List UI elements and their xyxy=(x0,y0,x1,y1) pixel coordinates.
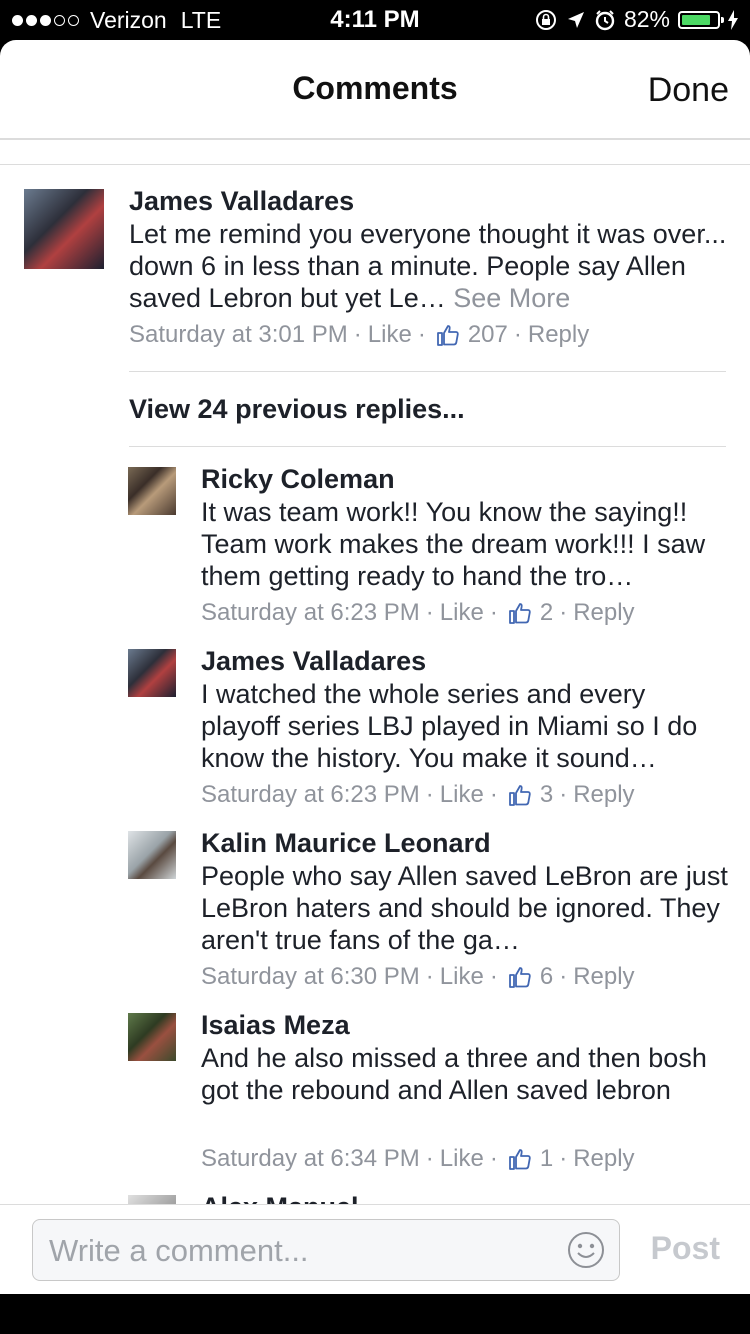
avatar[interactable] xyxy=(128,1013,176,1061)
like-link[interactable]: Like xyxy=(440,1145,484,1173)
comment-time: Saturday at 3:01 PM xyxy=(129,321,348,348)
meta-separator: · xyxy=(559,963,568,990)
reply-link[interactable]: Reply xyxy=(573,781,634,809)
meta-separator: · xyxy=(513,321,522,348)
meta-separator: · xyxy=(559,781,568,808)
meta-separator: · xyxy=(489,963,498,990)
meta-separator: · xyxy=(417,321,426,348)
like-count: 2 xyxy=(539,599,554,626)
status-bar: Verizon LTE 4:11 PM 82% xyxy=(0,0,750,40)
reply-text: It was team work!! You know the saying!!… xyxy=(201,497,706,591)
see-more-link[interactable]: See More xyxy=(453,283,570,313)
comment-input[interactable] xyxy=(47,1228,551,1274)
reply-author[interactable]: Ricky Coleman xyxy=(201,464,395,495)
meta-separator: · xyxy=(425,781,434,808)
reply-author[interactable]: Isaias Meza xyxy=(201,1010,350,1041)
reply-time: Saturday at 6:34 PM xyxy=(201,1145,420,1172)
meta-separator: · xyxy=(489,781,498,808)
bottom-bar xyxy=(0,1294,750,1334)
avatar[interactable] xyxy=(24,189,104,269)
like-link[interactable]: Like xyxy=(368,321,412,349)
status-right: 82% xyxy=(534,6,738,33)
battery-icon xyxy=(678,10,724,29)
meta-separator: · xyxy=(425,963,434,990)
reply-text: I watched the whole series and every pla… xyxy=(201,679,698,773)
thumbs-up-icon xyxy=(436,325,459,346)
like-count: 3 xyxy=(539,781,554,808)
comment-text-content: Let me remind you everyone thought it wa… xyxy=(129,219,727,313)
like-link[interactable]: Like xyxy=(440,781,484,809)
meta-separator: · xyxy=(425,599,434,626)
reply-text: People who say Allen saved LeBron are ju… xyxy=(201,861,728,955)
thumbs-up-icon xyxy=(508,967,531,988)
comments-sheet: Comments Done James Valladares Let me re… xyxy=(0,40,750,1294)
battery-tip xyxy=(721,16,724,23)
avatar[interactable] xyxy=(128,831,176,879)
view-previous-replies-link[interactable]: View 24 previous replies... xyxy=(129,394,465,425)
battery-percent: 82% xyxy=(623,6,670,32)
meta-separator: · xyxy=(559,599,568,626)
reply-link[interactable]: Reply xyxy=(528,321,589,349)
reply-author[interactable]: Kalin Maurice Leonard xyxy=(201,828,491,859)
reply-link[interactable]: Reply xyxy=(573,963,634,991)
thumbs-up-icon xyxy=(508,785,531,806)
comment-meta: Saturday at 3:01 PM · Like · 207 · Reply xyxy=(129,321,589,349)
thumbs-up-icon xyxy=(508,1149,531,1170)
location-arrow-icon xyxy=(567,11,584,28)
divider xyxy=(129,371,726,372)
reply-link[interactable]: Reply xyxy=(573,599,634,627)
reply-time: Saturday at 6:23 PM xyxy=(201,599,420,626)
like-link[interactable]: Like xyxy=(440,963,484,991)
meta-separator: · xyxy=(353,321,362,348)
meta-separator: · xyxy=(425,1145,434,1172)
like-link[interactable]: Like xyxy=(440,599,484,627)
reply-author[interactable]: Alex Manuel xyxy=(201,1192,359,1204)
like-count: 207 xyxy=(467,321,508,348)
avatar[interactable] xyxy=(128,649,176,697)
comment-text: Let me remind you everyone thought it wa… xyxy=(129,218,729,314)
comment-author[interactable]: James Valladares xyxy=(129,186,354,217)
meta-separator: · xyxy=(489,599,498,626)
alarm-clock-icon xyxy=(595,9,615,30)
reply-text: And he also missed a three and then bosh… xyxy=(201,1043,707,1105)
reply-meta: Saturday at 6:30 PM · Like · 6 · Reply xyxy=(201,963,635,991)
avatar[interactable] xyxy=(128,467,176,515)
comments-list[interactable]: James Valladares Let me remind you every… xyxy=(0,40,750,1204)
rotation-lock-icon xyxy=(535,9,556,30)
post-button[interactable]: Post xyxy=(651,1230,720,1267)
meta-separator: · xyxy=(489,1145,498,1172)
meta-separator: · xyxy=(559,1145,568,1172)
charging-bolt-icon xyxy=(728,9,738,30)
reply-time: Saturday at 6:30 PM xyxy=(201,963,420,990)
comment: James Valladares Let me remind you every… xyxy=(0,40,750,370)
reply-meta: Saturday at 6:34 PM · Like · 1 · Reply xyxy=(201,1145,635,1173)
avatar[interactable] xyxy=(128,1195,176,1204)
reply-meta: Saturday at 6:23 PM · Like · 2 · Reply xyxy=(201,599,635,627)
smiley-icon[interactable] xyxy=(567,1231,605,1269)
reply-time: Saturday at 6:23 PM xyxy=(201,781,420,808)
like-count: 1 xyxy=(539,1145,554,1172)
comment-input-box[interactable] xyxy=(32,1219,620,1281)
like-count: 6 xyxy=(539,963,554,990)
reply-author[interactable]: James Valladares xyxy=(201,646,426,677)
divider xyxy=(129,446,726,447)
thumbs-up-icon xyxy=(508,603,531,624)
battery-level xyxy=(682,14,710,25)
comment-composer: Post xyxy=(0,1204,750,1294)
reply-link[interactable]: Reply xyxy=(573,1145,634,1173)
reply-meta: Saturday at 6:23 PM · Like · 3 · Reply xyxy=(201,781,635,809)
